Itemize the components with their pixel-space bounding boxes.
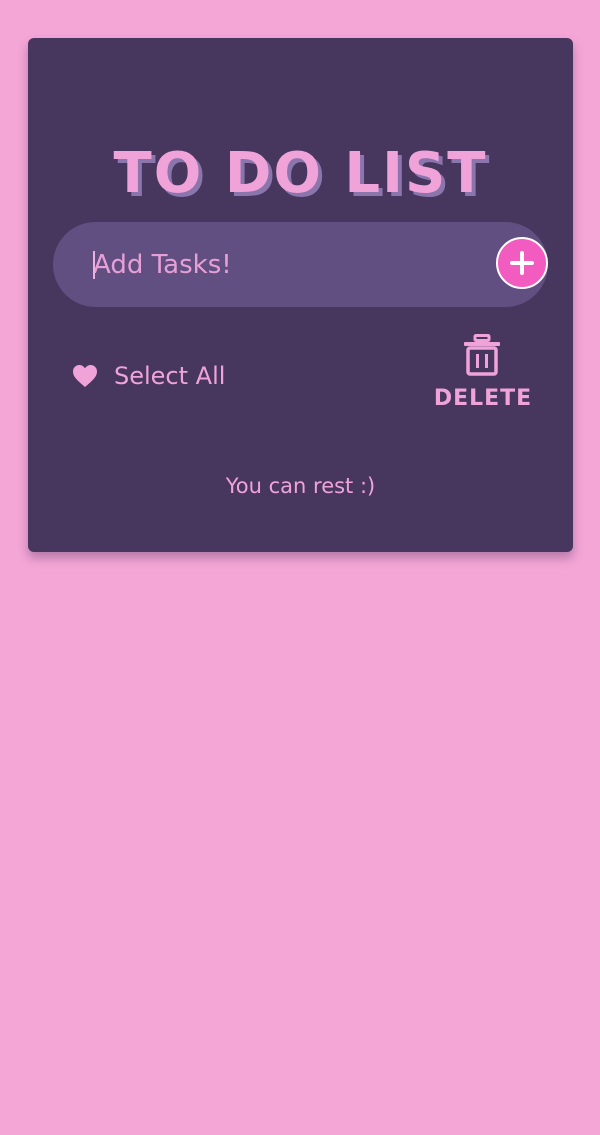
delete-button[interactable]: DELETE [428, 334, 538, 414]
page-title: TO DO LIST [113, 141, 488, 206]
task-input-bar [53, 222, 548, 307]
plus-icon [510, 251, 534, 275]
select-all-label: Select All [114, 362, 226, 390]
todo-card: TO DO LIST Select All DELETE You can res… [28, 38, 573, 552]
text-caret [93, 251, 95, 279]
task-input[interactable] [93, 222, 463, 307]
heart-icon [73, 365, 97, 387]
trash-icon [464, 334, 500, 376]
delete-label: DELETE [433, 386, 533, 411]
status-message: You can rest :) [225, 474, 376, 498]
select-all-toggle[interactable]: Select All [72, 360, 225, 392]
add-task-button[interactable] [496, 237, 548, 289]
